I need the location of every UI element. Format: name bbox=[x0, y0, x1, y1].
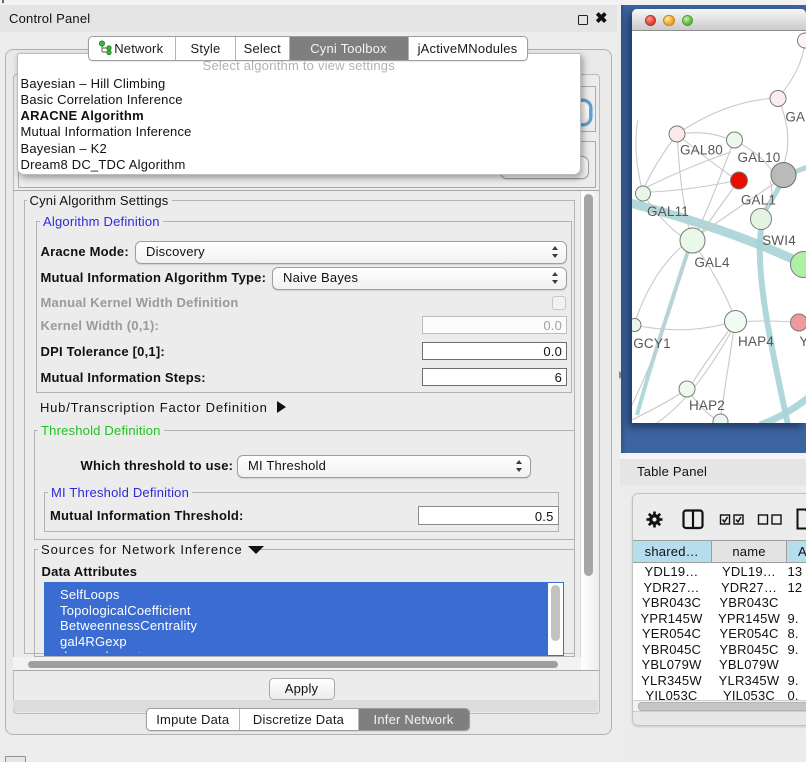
svg-text:GAL2: GAL2 bbox=[785, 110, 806, 125]
svg-text:HAP4: HAP4 bbox=[738, 334, 774, 349]
svg-text:GAL11: GAL11 bbox=[647, 204, 689, 219]
svg-text:GAL10: GAL10 bbox=[737, 150, 780, 165]
svg-text:GAL4: GAL4 bbox=[694, 255, 730, 270]
svg-text:GAL80: GAL80 bbox=[680, 143, 723, 158]
svg-text:SWI4: SWI4 bbox=[762, 233, 796, 248]
svg-text:HAP2: HAP2 bbox=[689, 398, 725, 413]
svg-text:GCY1: GCY1 bbox=[633, 336, 671, 351]
svg-text:Y: Y bbox=[799, 334, 806, 349]
svg-text:GAL1: GAL1 bbox=[741, 193, 776, 208]
